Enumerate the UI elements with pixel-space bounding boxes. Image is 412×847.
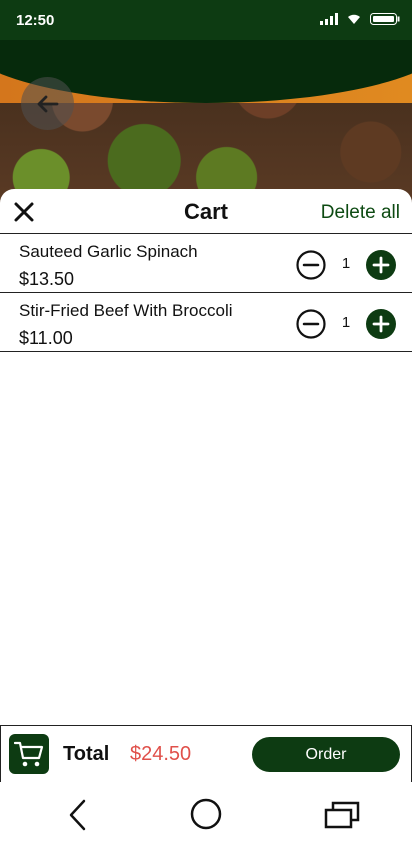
cart-icon <box>14 741 44 767</box>
cart-header: Cart Delete all <box>0 189 412 234</box>
cart-button[interactable] <box>9 734 49 774</box>
signal-icon <box>320 13 338 25</box>
item-name: Sauteed Garlic Spinach <box>19 242 198 261</box>
plus-circle-icon[interactable] <box>366 250 396 280</box>
item-quantity: 1 <box>341 255 351 272</box>
order-button[interactable]: Order <box>252 737 400 772</box>
total-label: Total <box>63 743 110 765</box>
nav-recent-icon[interactable] <box>324 801 360 829</box>
minus-circle-icon[interactable] <box>296 250 326 280</box>
cart-item: Stir-Fried Beef With Broccoli $11.00 1 <box>0 293 412 352</box>
system-nav-bar <box>0 782 412 847</box>
status-icons <box>320 13 400 25</box>
back-button[interactable] <box>21 77 74 130</box>
total-value: $24.50 <box>130 743 192 765</box>
battery-icon <box>370 13 400 25</box>
nav-back-icon[interactable] <box>66 798 90 832</box>
item-price: $11.00 <box>19 328 73 348</box>
item-name: Stir-Fried Beef With Broccoli <box>19 301 233 320</box>
cart-item: Sauteed Garlic Spinach $13.50 1 <box>0 234 412 293</box>
minus-circle-icon[interactable] <box>296 309 326 339</box>
delete-all-button[interactable]: Delete all <box>321 202 400 224</box>
cart-total-bar: Total $24.50 Order <box>0 725 412 783</box>
status-bar: 12:50 <box>0 0 412 40</box>
plus-circle-icon[interactable] <box>366 309 396 339</box>
cart-sheet: Cart Delete all Sauteed Garlic Spinach $… <box>0 189 412 781</box>
back-arrow-icon <box>37 95 58 112</box>
item-price: $13.50 <box>19 269 75 289</box>
status-time: 12:50 <box>16 12 55 29</box>
wifi-icon <box>348 14 360 24</box>
item-quantity: 1 <box>341 314 351 331</box>
nav-home-icon[interactable] <box>190 798 222 830</box>
